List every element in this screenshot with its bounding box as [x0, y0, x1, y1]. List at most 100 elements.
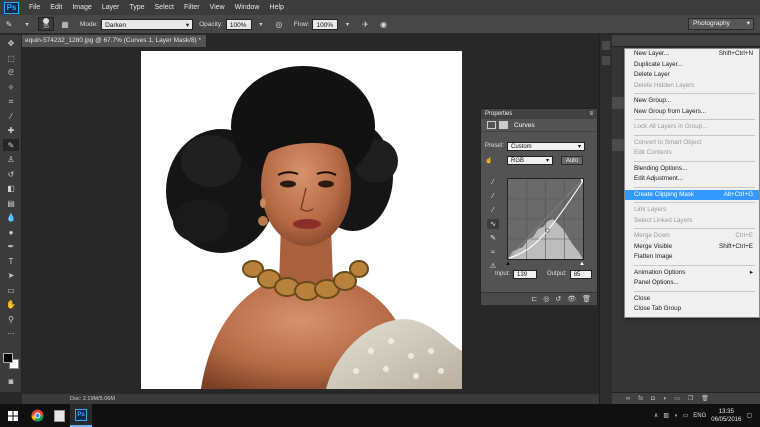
new-group-icon[interactable]: ▭	[674, 395, 680, 402]
context-menu-item[interactable]: New Group...	[625, 96, 759, 107]
menu-layer[interactable]: Layer	[97, 4, 125, 11]
context-menu-item[interactable]: Delete Layer	[625, 70, 759, 81]
mask-icon[interactable]	[499, 121, 508, 129]
preset-select[interactable]: Custom ▾	[507, 141, 585, 151]
brush-size-preview[interactable]: 35	[38, 17, 54, 31]
context-menu-item[interactable]: Blending Options...	[625, 164, 759, 175]
sample-white-icon[interactable]: ⁄	[487, 205, 499, 215]
mode-select[interactable]: Darken ▾	[101, 18, 194, 30]
hand-on-image-icon[interactable]: ☝	[485, 157, 507, 164]
pressure-size-icon[interactable]: ◉	[377, 18, 389, 30]
eyedropper-tool-icon[interactable]: ⁄	[3, 110, 19, 122]
eraser-tool-icon[interactable]: ◧	[3, 183, 19, 195]
pencil-draw-icon[interactable]: ✎	[487, 233, 499, 243]
properties-panel-header[interactable]: Properties ≡	[481, 109, 597, 119]
color-swatches[interactable]	[3, 353, 19, 369]
doc-size[interactable]: Doc: 2.19M/5.06M	[70, 396, 115, 402]
chevron-up-icon[interactable]: ∧	[654, 412, 658, 419]
fx-icon[interactable]: fx	[638, 396, 643, 402]
document-tab[interactable]: equin-574232_1280.jpg @ 67.7% (Curves 1,…	[22, 35, 206, 47]
quick-mask-icon[interactable]: ◙	[3, 376, 19, 388]
context-menu-item[interactable]: Flatten Image	[625, 252, 759, 263]
chrome-icon[interactable]	[26, 404, 48, 427]
link-layers-icon[interactable]: ∞	[626, 396, 630, 402]
gradient-tool-icon[interactable]: ▤	[3, 197, 19, 209]
sample-gray-icon[interactable]: ⁄	[487, 191, 499, 201]
quick-select-tool-icon[interactable]: ✧	[3, 81, 19, 93]
clock[interactable]: 13:35 06/05/2016	[711, 408, 741, 424]
channel-select[interactable]: RGB ▾	[507, 155, 553, 165]
toggle-brush-panel-icon[interactable]: ▦	[59, 18, 71, 30]
context-menu-item[interactable]: Close Tab Group	[625, 304, 759, 315]
menu-image[interactable]: Image	[67, 4, 96, 11]
hand-tool-icon[interactable]: ✋	[3, 299, 19, 311]
workspace-switcher[interactable]: Photography ▾	[688, 18, 754, 30]
brush-tool-preset-icon[interactable]: ✎	[3, 18, 15, 30]
context-menu-item[interactable]: New Group from Layers...	[625, 107, 759, 118]
more-tools-icon[interactable]: ···	[3, 328, 19, 340]
history-panel-icon[interactable]	[602, 41, 610, 50]
flow-dropdown-icon[interactable]: ▾	[341, 18, 353, 30]
lasso-tool-icon[interactable]: ᘓ	[3, 67, 19, 79]
menu-filter[interactable]: Filter	[179, 4, 205, 11]
black-point-slider[interactable]: ▲	[505, 261, 511, 267]
info-panel-icon[interactable]	[602, 56, 610, 65]
menu-window[interactable]: Window	[230, 4, 265, 11]
zoom-tool-icon[interactable]: ⚲	[3, 313, 19, 325]
input-field[interactable]: 139	[513, 269, 538, 279]
files-app-icon[interactable]	[48, 404, 70, 427]
clone-stamp-tool-icon[interactable]: ♙	[3, 154, 19, 166]
photoshop-taskbar-icon[interactable]: Ps	[70, 404, 92, 427]
menu-select[interactable]: Select	[150, 4, 179, 11]
opacity-input[interactable]: 100%	[225, 18, 252, 30]
blur-tool-icon[interactable]: 💧	[3, 212, 19, 224]
sample-black-icon[interactable]: ⁄	[487, 177, 499, 187]
reset-icon[interactable]: ↺	[555, 295, 561, 303]
menu-view[interactable]: View	[205, 4, 230, 11]
menu-file[interactable]: File	[24, 4, 45, 11]
context-menu-item[interactable]: Panel Options...	[625, 278, 759, 289]
healing-brush-tool-icon[interactable]: ✚	[3, 125, 19, 137]
adjustment-icon[interactable]: ◑	[663, 396, 667, 402]
curve-point[interactable]	[545, 228, 550, 233]
move-tool-icon[interactable]: ✥	[3, 38, 19, 50]
trash-icon[interactable]: 🗑	[701, 395, 709, 402]
view-previous-icon[interactable]: ◎	[543, 295, 549, 303]
context-menu-item[interactable]: Merge Visible Shift+Ctrl+E	[625, 242, 759, 253]
crop-tool-icon[interactable]: ⌗	[3, 96, 19, 108]
brush-tool-icon[interactable]: ✎	[3, 139, 19, 151]
curve-edit-icon[interactable]: ∿	[487, 219, 499, 229]
airbrush-icon[interactable]: ✈	[359, 18, 371, 30]
battery-icon[interactable]: ▭	[683, 412, 689, 419]
panel-menu-icon[interactable]: ≡	[589, 109, 593, 119]
menu-help[interactable]: Help	[265, 4, 289, 11]
auto-button[interactable]: Auto	[561, 155, 583, 165]
curve-point[interactable]	[581, 179, 584, 182]
smooth-icon[interactable]: ≈	[487, 247, 499, 257]
context-menu-item[interactable]: Duplicate Layer...	[625, 60, 759, 71]
type-tool-icon[interactable]: T	[3, 255, 19, 267]
context-menu-item[interactable]: New Layer... Shift+Ctrl+N	[625, 49, 759, 60]
trash-icon[interactable]: 🗑	[582, 295, 591, 303]
menu-type[interactable]: Type	[124, 4, 149, 11]
shape-tool-icon[interactable]: ▭	[3, 284, 19, 296]
visibility-icon[interactable]: 👁	[567, 295, 576, 303]
path-select-tool-icon[interactable]: ➤	[3, 270, 19, 282]
pressure-opacity-icon[interactable]: ◎	[273, 18, 285, 30]
output-field[interactable]: 85	[569, 269, 592, 279]
context-menu-item[interactable]: Edit Adjustment...	[625, 174, 759, 185]
context-menu-item[interactable]: Create Clipping Mask Alt+Ctrl+G	[625, 189, 759, 200]
add-mask-icon[interactable]: ◘	[651, 396, 655, 402]
new-layer-icon[interactable]: ❐	[688, 395, 693, 402]
white-point-slider[interactable]: ▲	[579, 261, 585, 267]
volume-icon[interactable]: ◖	[674, 413, 678, 419]
opacity-dropdown-icon[interactable]: ▾	[255, 18, 267, 30]
curve-graph[interactable]	[507, 178, 584, 260]
history-brush-tool-icon[interactable]: ↺	[3, 168, 19, 180]
context-menu-item[interactable]: Close	[625, 294, 759, 305]
flow-input[interactable]: 100%	[312, 18, 339, 30]
context-menu-item[interactable]: Animation Options ▸	[625, 268, 759, 279]
menu-edit[interactable]: Edit	[45, 4, 67, 11]
foreground-color-icon[interactable]	[3, 353, 13, 363]
document-canvas[interactable]	[141, 51, 462, 389]
